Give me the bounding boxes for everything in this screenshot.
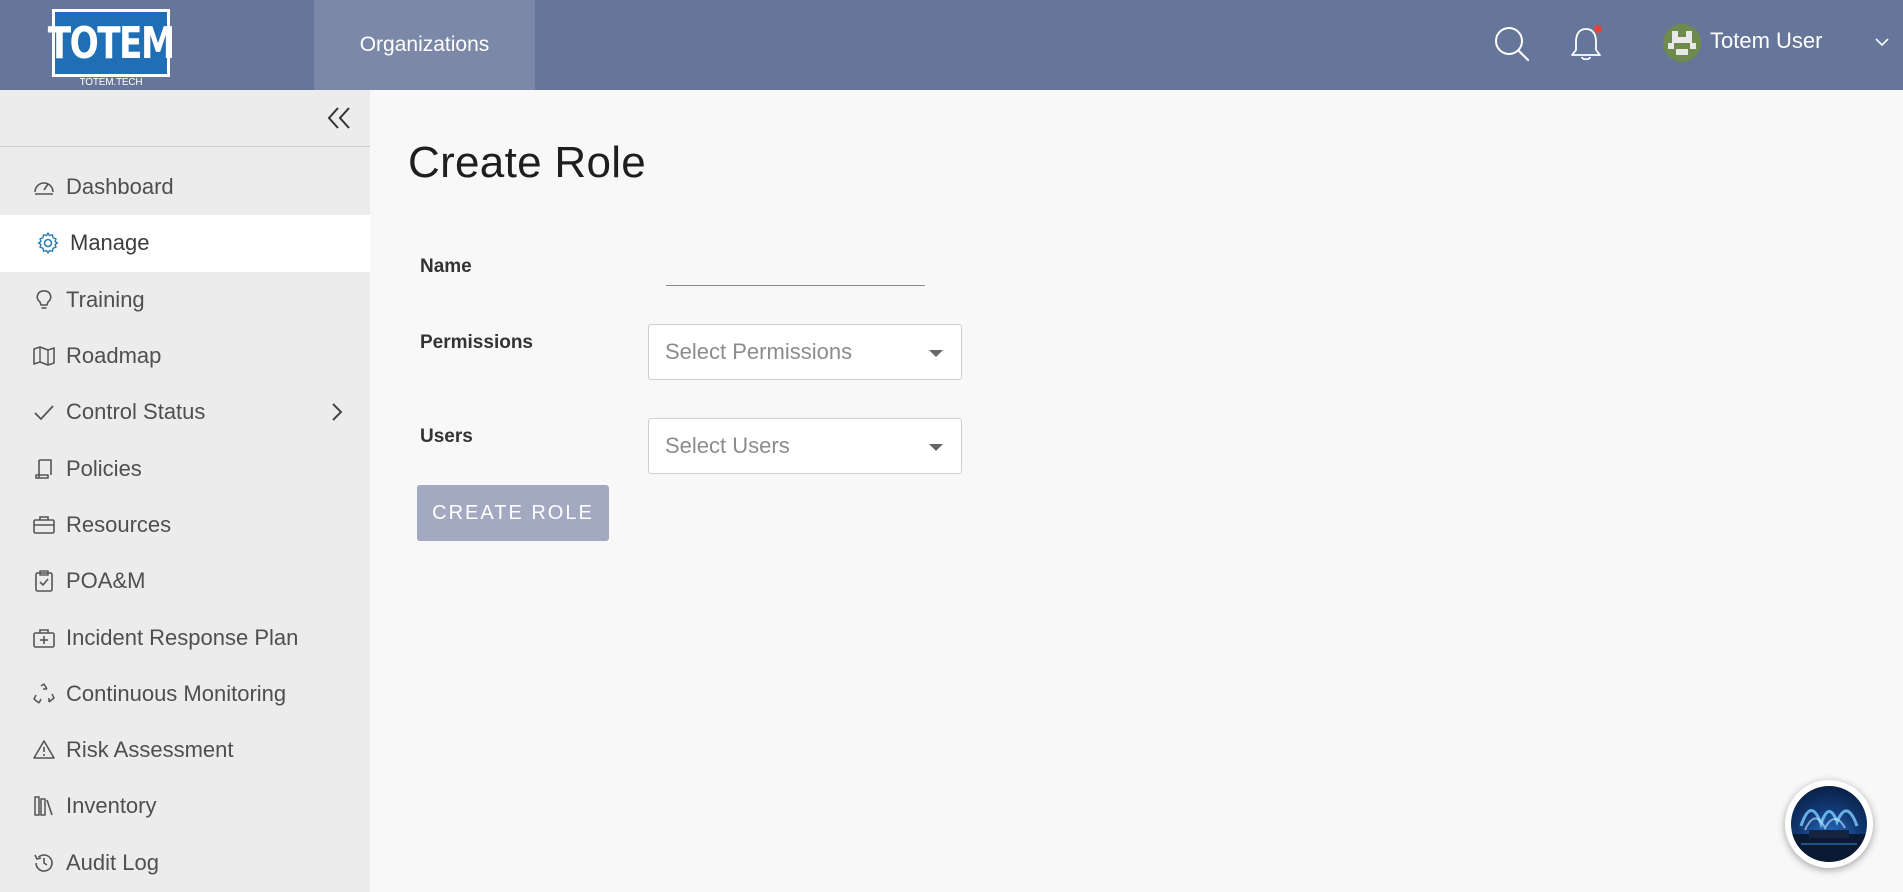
users-select[interactable]: Select Users bbox=[648, 418, 962, 474]
books-icon bbox=[34, 796, 53, 817]
totem-logo[interactable]: TOTEM TOTEM.TECH bbox=[48, 9, 175, 89]
sidebar-item-label: Resources bbox=[66, 511, 172, 537]
sidebar-item-label: Incident Response Plan bbox=[66, 624, 299, 650]
sidebar-item-poam[interactable]: POA&M bbox=[0, 553, 370, 609]
sidebar-item-label: Risk Assessment bbox=[66, 737, 234, 763]
sidebar-item-training[interactable]: Training bbox=[0, 272, 370, 328]
sidebar-nav: Dashboard Manage Training Roadmap Contro… bbox=[0, 147, 370, 891]
nav-organizations[interactable]: Organizations bbox=[314, 0, 535, 90]
sidebar-item-label: Roadmap bbox=[66, 343, 162, 369]
search-icon[interactable] bbox=[1492, 24, 1532, 64]
sidebar-item-incident-response-plan[interactable]: Incident Response Plan bbox=[0, 609, 370, 665]
chevron-right-icon[interactable] bbox=[326, 401, 348, 423]
name-label: Name bbox=[420, 256, 472, 277]
chat-widget-image bbox=[1791, 786, 1867, 862]
sidebar-item-roadmap[interactable]: Roadmap bbox=[0, 328, 370, 384]
caret-down-icon bbox=[929, 444, 943, 451]
double-chevron-left-icon[interactable] bbox=[325, 104, 353, 132]
warning-icon bbox=[33, 740, 55, 759]
sidebar-item-label: Policies bbox=[66, 455, 142, 481]
avatar-pattern-icon bbox=[1663, 24, 1701, 62]
create-role-button[interactable]: CREATE ROLE bbox=[417, 485, 609, 541]
briefcase-icon bbox=[33, 516, 55, 534]
sidebar-item-policies[interactable]: Policies bbox=[0, 440, 370, 496]
medkit-icon bbox=[33, 628, 55, 648]
logo-box: TOTEM bbox=[48, 9, 175, 77]
history-icon bbox=[34, 853, 53, 872]
sidebar: Dashboard Manage Training Roadmap Contro… bbox=[0, 90, 370, 892]
sidebar-item-label: Audit Log bbox=[66, 849, 159, 875]
permissions-label: Permissions bbox=[420, 332, 533, 353]
sidebar-item-control-status[interactable]: Control Status bbox=[0, 384, 370, 440]
sidebar-item-label: Continuous Monitoring bbox=[66, 680, 287, 706]
sidebar-item-dashboard[interactable]: Dashboard bbox=[0, 159, 370, 215]
sidebar-item-label: Manage bbox=[70, 230, 150, 256]
top-navbar: TOTEM TOTEM.TECH Organizations Totem Use… bbox=[0, 0, 1903, 90]
permissions-select[interactable]: Select Permissions bbox=[648, 324, 962, 380]
sidebar-item-label: Control Status bbox=[66, 399, 206, 425]
avatar[interactable] bbox=[1663, 24, 1701, 62]
sidebar-item-label: POA&M bbox=[66, 568, 146, 594]
recycle-icon bbox=[33, 683, 55, 704]
map-icon bbox=[33, 346, 55, 366]
logo-text: TOTEM bbox=[48, 17, 175, 69]
lightbulb-icon bbox=[36, 289, 52, 309]
sidebar-item-label: Dashboard bbox=[66, 174, 174, 200]
sidebar-item-resources[interactable]: Resources bbox=[0, 497, 370, 553]
users-placeholder: Select Users bbox=[665, 433, 790, 458]
chat-widget-button[interactable] bbox=[1785, 780, 1873, 868]
sidebar-item-label: Inventory bbox=[66, 793, 157, 819]
caret-down-icon bbox=[929, 350, 943, 357]
sidebar-collapse-row bbox=[0, 90, 370, 147]
users-label: Users bbox=[420, 426, 473, 447]
check-icon bbox=[34, 405, 54, 421]
scroll-icon bbox=[35, 458, 52, 479]
sidebar-item-inventory[interactable]: Inventory bbox=[0, 778, 370, 834]
chevron-down-icon[interactable] bbox=[1874, 34, 1890, 50]
main-content: Create Role Name Permissions Select Perm… bbox=[370, 90, 1903, 892]
gauge-icon bbox=[34, 182, 54, 195]
sidebar-item-manage[interactable]: Manage bbox=[0, 215, 370, 272]
clipboard-check-icon bbox=[35, 570, 53, 593]
name-input[interactable] bbox=[666, 252, 925, 286]
sidebar-item-continuous-monitoring[interactable]: Continuous Monitoring bbox=[0, 666, 370, 722]
sidebar-item-audit-log[interactable]: Audit Log bbox=[0, 835, 370, 891]
sidebar-item-risk-assessment[interactable]: Risk Assessment bbox=[0, 722, 370, 778]
permissions-placeholder: Select Permissions bbox=[665, 339, 853, 364]
gear-icon bbox=[37, 232, 59, 255]
notification-dot bbox=[1594, 25, 1602, 33]
logo-subtext: TOTEM.TECH bbox=[79, 77, 143, 88]
aurora-image-icon bbox=[1791, 809, 1867, 862]
page-title: Create Role bbox=[408, 138, 647, 187]
user-name[interactable]: Totem User bbox=[1710, 28, 1822, 54]
sidebar-item-label: Training bbox=[66, 286, 145, 312]
